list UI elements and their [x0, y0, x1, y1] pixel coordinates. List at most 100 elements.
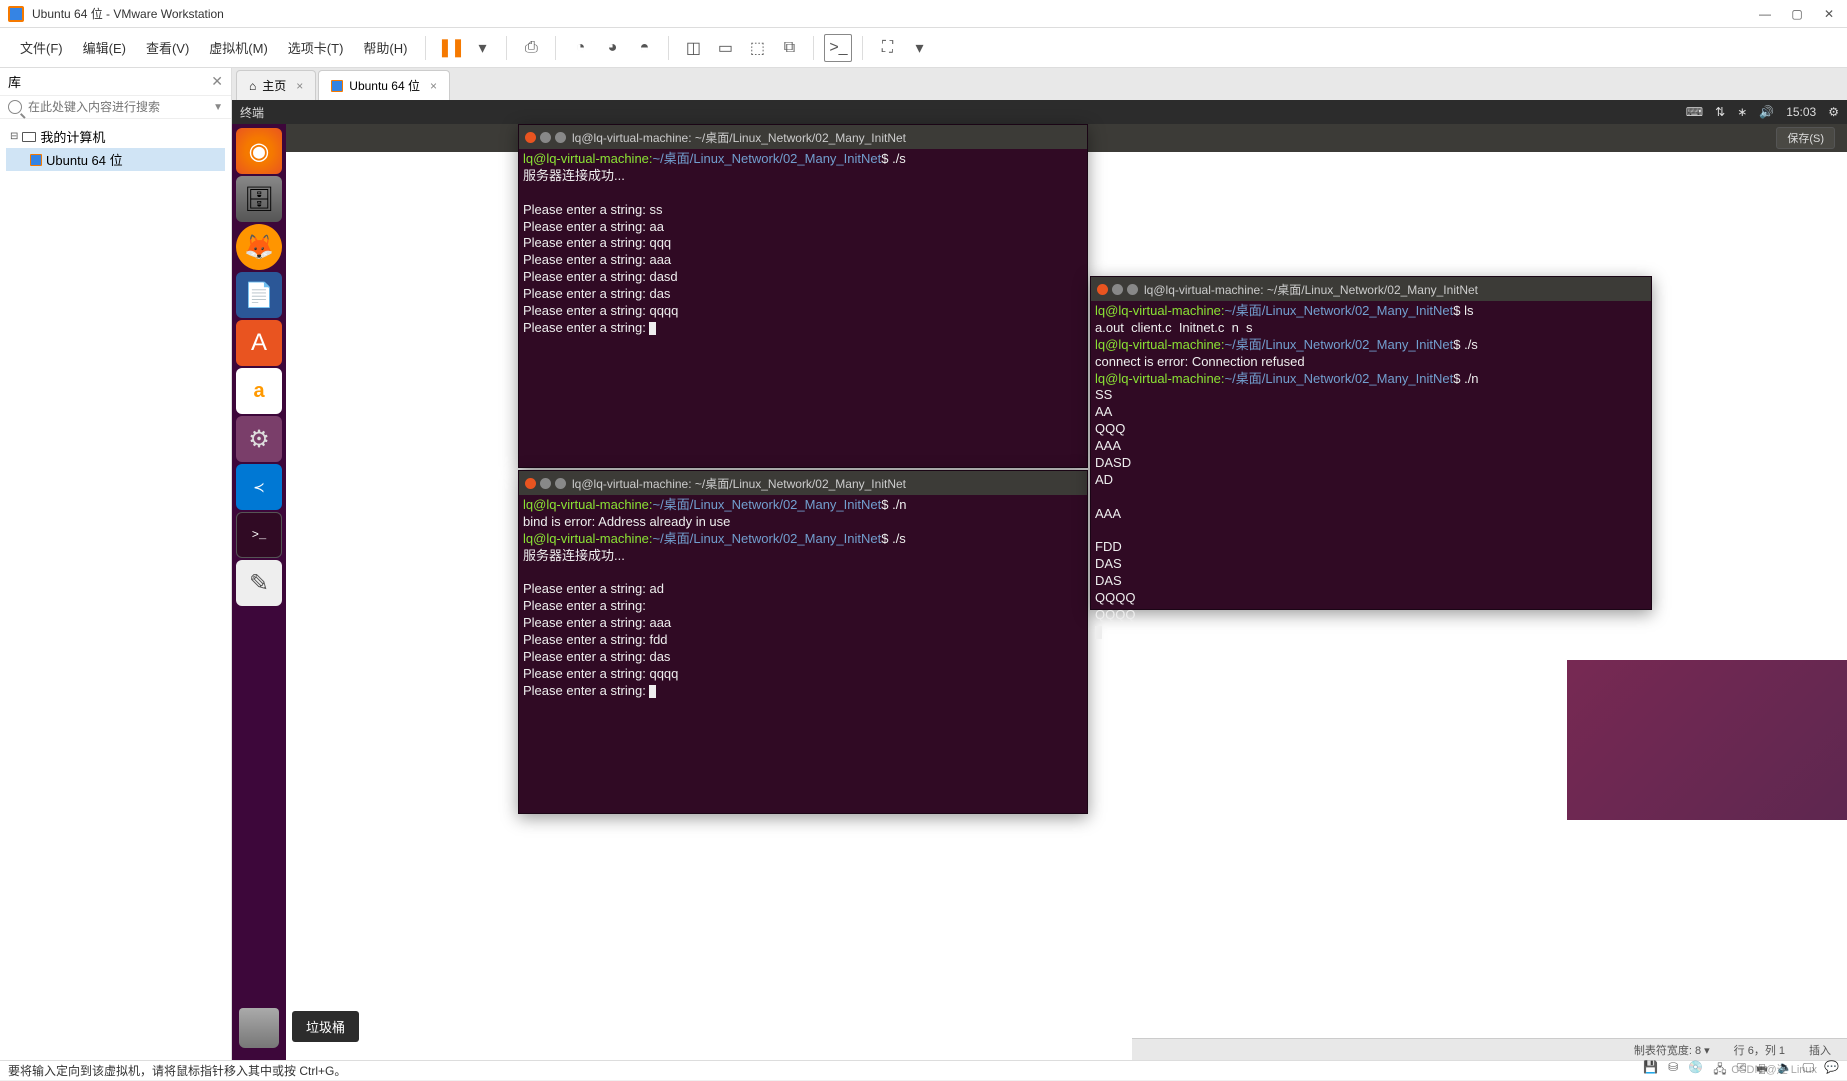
cursor: [649, 322, 656, 335]
main-area: ⌂ 主页 × Ubuntu 64 位 × 终端 ⌨ ⇅ ∗ 🔊 15:0: [232, 68, 1847, 1060]
minimize-icon[interactable]: [1112, 284, 1123, 295]
tab-label: 主页: [262, 77, 286, 94]
dropdown-icon[interactable]: ▼: [213, 102, 223, 113]
tab-ubuntu-vm[interactable]: Ubuntu 64 位 ×: [318, 70, 450, 100]
device-hdd-icon[interactable]: ⛁: [1668, 1060, 1678, 1081]
menu-view[interactable]: 查看(V): [138, 34, 197, 61]
revert-snapshot-button[interactable]: ◕: [598, 34, 626, 62]
terminal-titlebar[interactable]: lq@lq-virtual-machine: ~/桌面/Linux_Networ…: [519, 471, 1087, 495]
device-floppy-icon[interactable]: 💾: [1643, 1060, 1658, 1081]
tree-label: 我的计算机: [40, 127, 105, 146]
tab-close-button[interactable]: ×: [430, 79, 437, 93]
terminal-output[interactable]: lq@lq-virtual-machine:~/桌面/Linux_Network…: [519, 495, 1087, 702]
manage-snapshot-button[interactable]: ◓: [630, 34, 658, 62]
vm-tree: ⊟ 我的计算机 Ubuntu 64 位: [0, 119, 231, 177]
maximize-icon[interactable]: [555, 132, 566, 143]
vmware-statusbar: 要将输入定向到该虚拟机，请将鼠标指针移入其中或按 Ctrl+G。 💾 ⛁ 💿 🖧…: [0, 1060, 1847, 1080]
search-box[interactable]: ▼: [0, 96, 231, 119]
fullscreen-button[interactable]: ⛶: [873, 34, 901, 62]
menu-edit[interactable]: 编辑(E): [75, 34, 134, 61]
trash-icon[interactable]: [239, 1008, 279, 1048]
terminal-window-1[interactable]: lq@lq-virtual-machine: ~/桌面/Linux_Networ…: [518, 124, 1088, 468]
dash-icon[interactable]: ◉: [236, 128, 282, 174]
close-icon[interactable]: [1097, 284, 1108, 295]
maximize-icon[interactable]: [1127, 284, 1138, 295]
device-message-icon[interactable]: 💬: [1824, 1060, 1839, 1081]
menu-tabs[interactable]: 选项卡(T): [280, 34, 352, 61]
close-button[interactable]: ✕: [1819, 4, 1839, 24]
maximize-button[interactable]: ▢: [1787, 4, 1807, 24]
bluetooth-icon[interactable]: ∗: [1737, 105, 1747, 119]
library-sidebar: 库 ✕ ▼ ⊟ 我的计算机 Ubuntu 64 位: [0, 68, 232, 1060]
menubar: 文件(F) 编辑(E) 查看(V) 虚拟机(M) 选项卡(T) 帮助(H) ❚❚…: [0, 28, 1847, 68]
device-network-icon[interactable]: 🖧: [1713, 1060, 1726, 1081]
gedit-statusbar: 制表符宽度: 8 ▾ 行 6，列 1 插入: [1132, 1038, 1847, 1060]
separator: [668, 36, 669, 60]
device-cd-icon[interactable]: 💿: [1688, 1060, 1703, 1081]
vscode-icon[interactable]: ≺: [236, 464, 282, 510]
active-app-label[interactable]: 终端: [240, 104, 264, 121]
cursor: [649, 685, 656, 698]
close-icon[interactable]: [525, 478, 536, 489]
tab-width-label[interactable]: 制表符宽度: 8 ▾: [1634, 1042, 1710, 1058]
minimize-icon[interactable]: [540, 132, 551, 143]
minimize-icon[interactable]: [540, 478, 551, 489]
tree-my-computer[interactable]: ⊟ 我的计算机: [6, 125, 225, 148]
menu-file[interactable]: 文件(F): [12, 34, 71, 61]
terminal-output[interactable]: lq@lq-virtual-machine:~/桌面/Linux_Network…: [1091, 301, 1651, 643]
settings-gear-icon[interactable]: ⚙: [1828, 105, 1839, 119]
vmware-icon: [8, 6, 24, 22]
tab-home[interactable]: ⌂ 主页 ×: [236, 70, 316, 100]
terminal-icon[interactable]: >_: [236, 512, 282, 558]
minimize-button[interactable]: —: [1755, 4, 1775, 24]
send-ctrl-alt-del-button[interactable]: ⎙: [517, 34, 545, 62]
statusbar-message: 要将输入定向到该虚拟机，请将鼠标指针移入其中或按 Ctrl+G。: [8, 1062, 346, 1079]
collapse-icon[interactable]: ⊟: [10, 131, 18, 142]
dropdown-icon[interactable]: ▾: [905, 34, 933, 62]
menu-help[interactable]: 帮助(H): [355, 34, 415, 61]
gedit-save-button[interactable]: 保存(S): [1776, 127, 1835, 149]
terminal-window-3[interactable]: lq@lq-virtual-machine: ~/桌面/Linux_Networ…: [1090, 276, 1652, 610]
sidebar-title: 库: [8, 72, 21, 91]
snapshot-button[interactable]: ◔: [566, 34, 594, 62]
clock[interactable]: 15:03: [1786, 105, 1816, 119]
firefox-icon[interactable]: 🦊: [236, 224, 282, 270]
terminal-titlebar[interactable]: lq@lq-virtual-machine: ~/桌面/Linux_Networ…: [519, 125, 1087, 149]
network-icon[interactable]: ⇅: [1715, 105, 1725, 119]
tab-label: Ubuntu 64 位: [349, 77, 420, 94]
sidebar-close-button[interactable]: ✕: [211, 73, 223, 90]
terminal-title: lq@lq-virtual-machine: ~/桌面/Linux_Networ…: [572, 129, 906, 146]
keyboard-indicator-icon[interactable]: ⌨: [1686, 105, 1703, 119]
libreoffice-writer-icon[interactable]: 📄: [236, 272, 282, 318]
terminal-output[interactable]: lq@lq-virtual-machine:~/桌面/Linux_Network…: [519, 149, 1087, 339]
ubuntu-software-icon[interactable]: A: [236, 320, 282, 366]
maximize-icon[interactable]: [555, 478, 566, 489]
unity-button[interactable]: ⬚: [743, 34, 771, 62]
window-titlebar: Ubuntu 64 位 - VMware Workstation — ▢ ✕: [0, 0, 1847, 28]
text-editor-icon[interactable]: ✎: [236, 560, 282, 606]
console-button[interactable]: >_: [824, 34, 852, 62]
menu-vm[interactable]: 虚拟机(M): [201, 34, 276, 61]
close-icon[interactable]: [525, 132, 536, 143]
terminal-title: lq@lq-virtual-machine: ~/桌面/Linux_Networ…: [1144, 281, 1478, 298]
search-input[interactable]: [28, 100, 213, 114]
view-split-button[interactable]: ◫: [679, 34, 707, 62]
separator: [506, 36, 507, 60]
thumbnail-button[interactable]: ⧉: [775, 34, 803, 62]
files-icon[interactable]: 🗄: [236, 176, 282, 222]
system-settings-icon[interactable]: ⚙: [236, 416, 282, 462]
ubuntu-top-panel: 终端 ⌨ ⇅ ∗ 🔊 15:03 ⚙: [232, 100, 1847, 124]
cursor: [1095, 626, 1102, 639]
terminal-window-2[interactable]: lq@lq-virtual-machine: ~/桌面/Linux_Networ…: [518, 470, 1088, 814]
tree-vm-ubuntu[interactable]: Ubuntu 64 位: [6, 148, 225, 171]
tree-label: Ubuntu 64 位: [46, 150, 123, 169]
tab-close-button[interactable]: ×: [296, 79, 303, 93]
pause-button[interactable]: ❚❚: [436, 34, 464, 62]
vm-console-view[interactable]: 终端 ⌨ ⇅ ∗ 🔊 15:03 ⚙ /桌面) - gedit 保存(S) e …: [232, 100, 1847, 1060]
terminal-titlebar[interactable]: lq@lq-virtual-machine: ~/桌面/Linux_Networ…: [1091, 277, 1651, 301]
view-single-button[interactable]: ▭: [711, 34, 739, 62]
dropdown-icon[interactable]: ▾: [468, 34, 496, 62]
separator: [813, 36, 814, 60]
volume-icon[interactable]: 🔊: [1759, 105, 1774, 119]
amazon-icon[interactable]: a: [236, 368, 282, 414]
